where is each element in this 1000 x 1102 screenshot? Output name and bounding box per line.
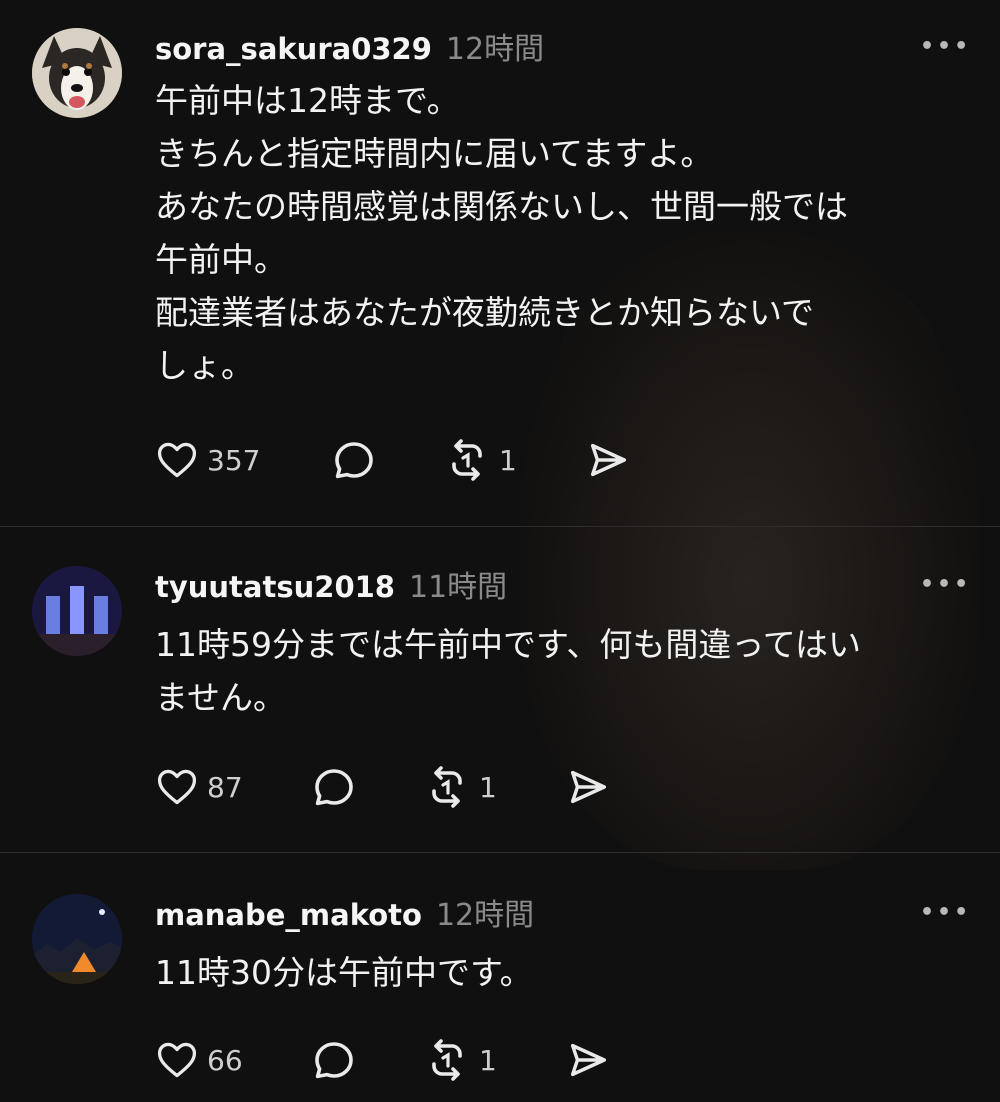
post-line: きちんと指定時間内に届いてますよ。	[155, 134, 714, 173]
post-time: 12時間	[445, 32, 545, 67]
post-time: 11時間	[408, 570, 508, 605]
dog-avatar-icon	[32, 28, 122, 118]
repost-button[interactable]: 1	[423, 1035, 497, 1085]
divider	[0, 526, 1000, 527]
like-button[interactable]: 87	[155, 762, 243, 812]
send-icon	[570, 770, 607, 804]
post-line: あなたの時間感覚は関係ないし、世間一般では	[155, 187, 848, 226]
share-button[interactable]	[585, 435, 631, 485]
username-text[interactable]: sora_sakura0329	[155, 32, 432, 66]
comment-icon	[315, 1042, 353, 1079]
repost-icon	[432, 1039, 462, 1081]
camping-avatar-icon	[32, 894, 122, 984]
more-icon[interactable]: •••	[920, 900, 968, 925]
repost-button[interactable]: 1	[423, 762, 497, 812]
post-body: 11時30分は午前中です。	[155, 946, 975, 999]
like-button[interactable]: 66	[155, 1035, 243, 1085]
comment-button[interactable]	[310, 1035, 358, 1085]
heart-icon	[157, 1042, 197, 1078]
share-button[interactable]	[565, 762, 611, 812]
post-line: 午前中は12時まで。	[155, 81, 460, 120]
username-text[interactable]: manabe_makoto	[155, 898, 422, 932]
username[interactable]: tyuutatsu2018 11時間	[155, 562, 507, 606]
post-line: ません。	[155, 678, 287, 717]
username[interactable]: manabe_makoto 12時間	[155, 890, 534, 934]
like-count: 357	[207, 443, 261, 477]
comment-icon	[335, 442, 373, 479]
comment-icon	[315, 769, 353, 806]
like-button[interactable]: 357	[155, 435, 260, 485]
post-line: しょ。	[155, 346, 254, 385]
post-body: 午前中は12時まで。 きちんと指定時間内に届いてますよ。 あなたの時間感覚は関係…	[155, 74, 975, 392]
repost-count: 1	[479, 770, 497, 804]
repost-button[interactable]: 1	[443, 435, 517, 485]
repost-icon	[432, 766, 462, 808]
heart-icon	[157, 442, 197, 478]
share-button[interactable]	[565, 1035, 611, 1085]
post-line: 11時30分は午前中です。	[155, 953, 533, 992]
post-line: 11時59分までは午前中です、何も間違ってはい	[155, 625, 862, 664]
send-icon	[570, 1043, 607, 1077]
comment-button[interactable]	[310, 762, 358, 812]
divider	[0, 852, 1000, 853]
avatar[interactable]	[32, 894, 122, 984]
username[interactable]: sora_sakura0329 12時間	[155, 24, 544, 68]
username-text[interactable]: tyuutatsu2018	[155, 570, 395, 604]
post-line: 午前中。	[155, 240, 287, 279]
like-count: 66	[207, 1043, 243, 1077]
repost-icon	[452, 439, 482, 481]
repost-count: 1	[499, 443, 517, 477]
more-icon[interactable]: •••	[920, 572, 968, 597]
repost-count: 1	[479, 1043, 497, 1077]
comment-button[interactable]	[330, 435, 378, 485]
heart-icon	[157, 769, 197, 805]
post-body: 11時59分までは午前中です、何も間違ってはい ません。	[155, 618, 975, 724]
post-time: 12時間	[435, 898, 535, 933]
avatar[interactable]	[32, 28, 122, 118]
more-icon[interactable]: •••	[920, 34, 968, 59]
like-count: 87	[207, 770, 243, 804]
post-line: 配達業者はあなたが夜勤続きとか知らないで	[155, 293, 815, 332]
send-icon	[590, 443, 627, 477]
avatar[interactable]	[32, 566, 122, 656]
stage-avatar-icon	[32, 566, 122, 656]
